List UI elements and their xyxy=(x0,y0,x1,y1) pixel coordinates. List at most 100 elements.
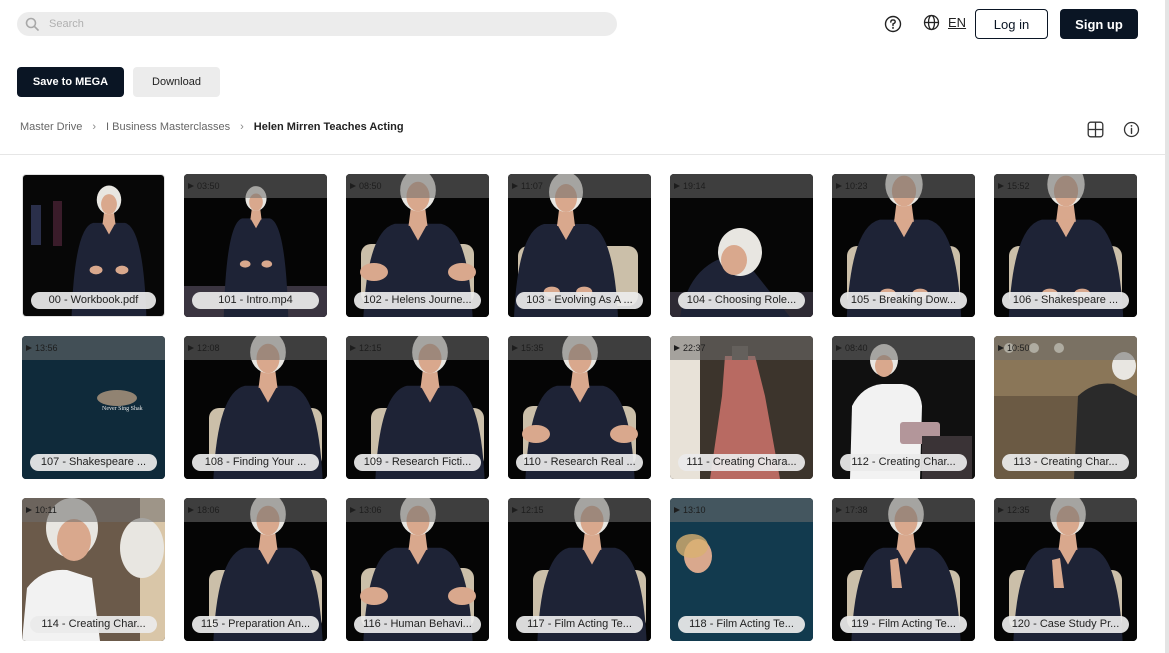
video-duration: 19:14 xyxy=(674,181,706,191)
breadcrumb: Master Drive › I Business Masterclasses … xyxy=(20,121,404,133)
file-tile-video[interactable]: 13:06 116 - Human Behavi... xyxy=(346,498,489,641)
file-tile-document[interactable]: 00 - Workbook.pdf xyxy=(22,174,165,317)
video-duration: 08:40 xyxy=(836,343,868,353)
play-icon xyxy=(188,345,194,351)
video-duration: 17:38 xyxy=(836,505,868,515)
duration-text: 13:56 xyxy=(35,343,58,353)
file-name-label: 114 - Creating Char... xyxy=(30,616,157,633)
save-to-mega-button[interactable]: Save to MEGA xyxy=(17,67,124,97)
video-duration: 13:10 xyxy=(674,505,706,515)
help-icon[interactable] xyxy=(884,15,902,33)
search-input[interactable] xyxy=(49,18,589,30)
play-icon xyxy=(998,507,1004,513)
signup-button[interactable]: Sign up xyxy=(1060,9,1138,39)
play-icon xyxy=(674,183,680,189)
search-bar[interactable] xyxy=(17,12,617,36)
file-tile-video[interactable]: 08:50 102 - Helens Journe... xyxy=(346,174,489,317)
file-name-label: 120 - Case Study Pr... xyxy=(1002,616,1129,633)
duration-text: 08:50 xyxy=(359,181,382,191)
login-button[interactable]: Log in xyxy=(975,9,1048,39)
file-name-label: 112 - Creating Char... xyxy=(840,454,967,471)
play-icon xyxy=(188,507,194,513)
file-tile-video[interactable]: 12:15 109 - Research Ficti... xyxy=(346,336,489,479)
file-name-label: 106 - Shakespeare ... xyxy=(1002,292,1129,309)
duration-text: 12:08 xyxy=(197,343,220,353)
file-name-label: 113 - Creating Char... xyxy=(1002,454,1129,471)
video-duration: 12:08 xyxy=(188,343,220,353)
duration-text: 10:23 xyxy=(845,181,868,191)
file-name-label: 119 - Film Acting Te... xyxy=(840,616,967,633)
play-icon xyxy=(512,507,518,513)
file-tile-video[interactable]: 15:35 110 - Research Real ... xyxy=(508,336,651,479)
duration-text: 10:50 xyxy=(1007,343,1030,353)
breadcrumb-item-business-masterclasses[interactable]: I Business Masterclasses xyxy=(106,121,230,133)
file-tile-video[interactable]: 18:06 115 - Preparation An... xyxy=(184,498,327,641)
video-duration: 10:23 xyxy=(836,181,868,191)
file-tile-video[interactable]: 22:37 111 - Creating Chara... xyxy=(670,336,813,479)
play-icon xyxy=(350,507,356,513)
file-tile-video[interactable]: 10:23 105 - Breaking Dow... xyxy=(832,174,975,317)
header-divider xyxy=(0,154,1165,155)
page: EN Log in Sign up Save to MEGA Download … xyxy=(0,0,1165,653)
play-icon xyxy=(512,183,518,189)
file-name-label: 103 - Evolving As A ... xyxy=(516,292,643,309)
file-tile-video[interactable]: 19:14 104 - Choosing Role... xyxy=(670,174,813,317)
video-duration: 03:50 xyxy=(188,181,220,191)
file-tile-video[interactable]: 11:07 103 - Evolving As A ... xyxy=(508,174,651,317)
file-name-label: 104 - Choosing Role... xyxy=(678,292,805,309)
language-label[interactable]: EN xyxy=(948,15,966,30)
duration-text: 22:37 xyxy=(683,343,706,353)
file-grid: 00 - Workbook.pdf 03:50 101 - Intro.mp4 0… xyxy=(22,174,1137,641)
file-name-label: 110 - Research Real ... xyxy=(516,454,643,471)
file-name-label: 111 - Creating Chara... xyxy=(678,454,805,471)
duration-text: 08:40 xyxy=(845,343,868,353)
duration-text: 17:38 xyxy=(845,505,868,515)
play-icon xyxy=(836,507,842,513)
video-duration: 13:06 xyxy=(350,505,382,515)
file-tile-video[interactable]: 12:35 120 - Case Study Pr... xyxy=(994,498,1137,641)
download-button[interactable]: Download xyxy=(133,67,220,97)
grid-view-icon[interactable] xyxy=(1087,121,1104,138)
search-icon xyxy=(25,17,39,31)
file-name-label: 118 - Film Acting Te... xyxy=(678,616,805,633)
file-tile-video[interactable]: 13:10 118 - Film Acting Te... xyxy=(670,498,813,641)
file-tile-video[interactable]: 12:08 108 - Finding Your ... xyxy=(184,336,327,479)
file-tile-video[interactable]: 15:52 106 - Shakespeare ... xyxy=(994,174,1137,317)
video-duration: 12:15 xyxy=(350,343,382,353)
file-name-label: 115 - Preparation An... xyxy=(192,616,319,633)
file-tile-video[interactable]: 08:40 112 - Creating Char... xyxy=(832,336,975,479)
chevron-right-icon: › xyxy=(240,121,244,133)
language-selector[interactable]: EN xyxy=(923,14,966,31)
duration-text: 12:35 xyxy=(1007,505,1030,515)
duration-text: 13:10 xyxy=(683,505,706,515)
file-name-label: 00 - Workbook.pdf xyxy=(31,292,156,309)
duration-text: 03:50 xyxy=(197,181,220,191)
play-icon xyxy=(350,345,356,351)
page-scrollbar[interactable] xyxy=(1165,0,1169,653)
file-tile-video[interactable]: 12:15 117 - Film Acting Te... xyxy=(508,498,651,641)
duration-text: 15:52 xyxy=(1007,181,1030,191)
video-duration: 13:56 xyxy=(26,343,58,353)
duration-text: 11:07 xyxy=(521,181,543,191)
play-icon xyxy=(26,345,32,351)
duration-text: 12:15 xyxy=(359,343,382,353)
svg-text:Never Sing Shak: Never Sing Shak xyxy=(102,406,143,412)
play-icon xyxy=(512,345,518,351)
info-icon[interactable] xyxy=(1123,121,1140,138)
file-tile-video[interactable]: Never Sing Shak 13:56 107 - Shakespeare ..… xyxy=(22,336,165,479)
file-name-label: 116 - Human Behavi... xyxy=(354,616,481,633)
file-tile-video[interactable]: 03:50 101 - Intro.mp4 xyxy=(184,174,327,317)
file-tile-video[interactable]: 17:38 119 - Film Acting Te... xyxy=(832,498,975,641)
video-duration: 12:35 xyxy=(998,505,1030,515)
file-name-label: 108 - Finding Your ... xyxy=(192,454,319,471)
file-name-label: 117 - Film Acting Te... xyxy=(516,616,643,633)
breadcrumb-item-master-drive[interactable]: Master Drive xyxy=(20,121,82,133)
video-duration: 08:50 xyxy=(350,181,382,191)
file-tile-video[interactable]: 10:50 113 - Creating Char... xyxy=(994,336,1137,479)
file-tile-video[interactable]: 10:11 114 - Creating Char... xyxy=(22,498,165,641)
play-icon xyxy=(350,183,356,189)
file-name-label: 105 - Breaking Dow... xyxy=(840,292,967,309)
video-duration: 11:07 xyxy=(512,181,543,191)
play-icon xyxy=(26,507,32,513)
video-duration: 10:50 xyxy=(998,343,1030,353)
